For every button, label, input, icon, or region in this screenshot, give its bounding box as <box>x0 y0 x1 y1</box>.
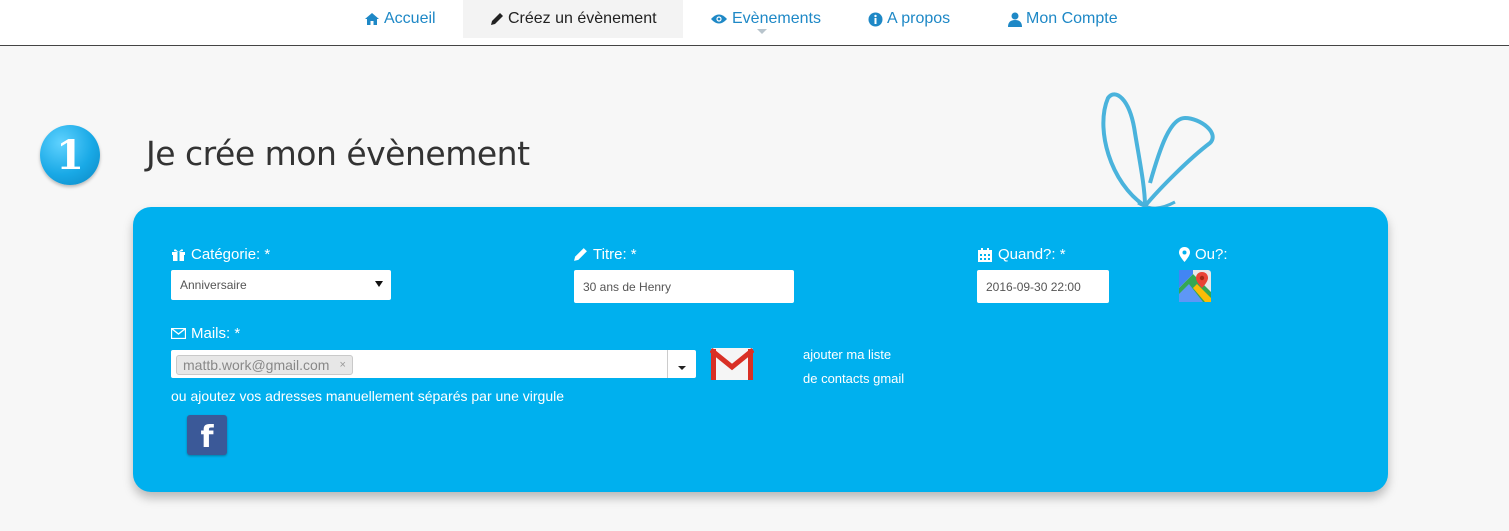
category-label: Catégorie: * <box>171 246 270 263</box>
event-form-panel: Catégorie: * Anniversaire Titre: * 30 an… <box>133 207 1388 492</box>
title-label-text: Titre: * <box>593 246 637 263</box>
email-tag: mattb.work@gmail.com × <box>176 355 353 375</box>
mails-label: Mails: * <box>171 325 240 342</box>
nav-create-event[interactable]: Créez un évènement <box>463 0 683 38</box>
where-label-text: Ou?: <box>1195 246 1228 263</box>
facebook-glyph: f <box>200 420 214 455</box>
date-time-input[interactable]: 2016-09-30 22:00 <box>977 270 1109 303</box>
remove-tag-icon[interactable]: × <box>339 359 345 371</box>
where-label: Ou?: <box>1179 246 1228 263</box>
ribbon-bow-icon <box>1101 92 1215 210</box>
step-number: 1 <box>56 131 84 179</box>
gmail-icon[interactable] <box>710 347 754 381</box>
title-value: 30 ans de Henry <box>583 279 672 294</box>
mails-hint: ou ajoutez vos adresses manuellement sép… <box>171 388 565 404</box>
category-select[interactable]: Anniversaire <box>171 270 391 300</box>
date-time-value: 2016-09-30 22:00 <box>986 279 1081 294</box>
google-maps-icon[interactable] <box>1179 270 1211 302</box>
caret-down-icon <box>678 366 686 370</box>
nav-a-propos[interactable]: A propos <box>868 0 950 38</box>
home-icon <box>365 13 379 25</box>
top-nav: Accueil Créez un évènement Evènements A … <box>0 0 1509 46</box>
map-marker-icon <box>1179 247 1190 262</box>
info-icon <box>868 12 883 26</box>
category-label-text: Catégorie: * <box>191 246 271 263</box>
mails-input[interactable]: mattb.work@gmail.com × <box>171 350 696 378</box>
dropdown-caret-icon <box>757 29 767 34</box>
nav-accueil-label: Accueil <box>384 10 436 27</box>
gmail-import-line1[interactable]: ajouter ma liste <box>803 347 891 362</box>
nav-mon-compte[interactable]: Mon Compte <box>1008 0 1118 38</box>
nav-accueil[interactable]: Accueil <box>364 0 436 38</box>
step-number-badge: 1 <box>40 125 100 185</box>
mails-label-text: Mails: * <box>191 325 241 342</box>
nav-evenements-label: Evènements <box>732 10 821 27</box>
nav-mon-compte-label: Mon Compte <box>1026 10 1118 27</box>
when-label: Quand?: * <box>977 246 1066 263</box>
nav-a-propos-label: A propos <box>887 10 951 27</box>
facebook-icon[interactable]: f <box>187 415 227 455</box>
calendar-icon <box>978 247 992 262</box>
when-label-text: Quand?: * <box>998 246 1066 263</box>
eye-icon <box>711 14 727 24</box>
envelope-icon <box>171 328 186 339</box>
category-value: Anniversaire <box>180 278 247 292</box>
title-input[interactable]: 30 ans de Henry <box>574 270 794 303</box>
nav-create-event-label: Créez un évènement <box>508 10 657 27</box>
user-icon <box>1008 12 1022 27</box>
pencil-icon <box>491 13 503 25</box>
email-tag-text: mattb.work@gmail.com <box>183 357 330 373</box>
page-title: Je crée mon évènement <box>146 134 530 173</box>
pencil-icon <box>574 248 587 261</box>
gmail-import-line2[interactable]: de contacts gmail <box>803 371 904 386</box>
select-caret-icon <box>375 281 383 287</box>
mails-dropdown-toggle[interactable] <box>667 350 696 378</box>
title-label: Titre: * <box>573 246 637 263</box>
gift-icon <box>172 249 185 261</box>
